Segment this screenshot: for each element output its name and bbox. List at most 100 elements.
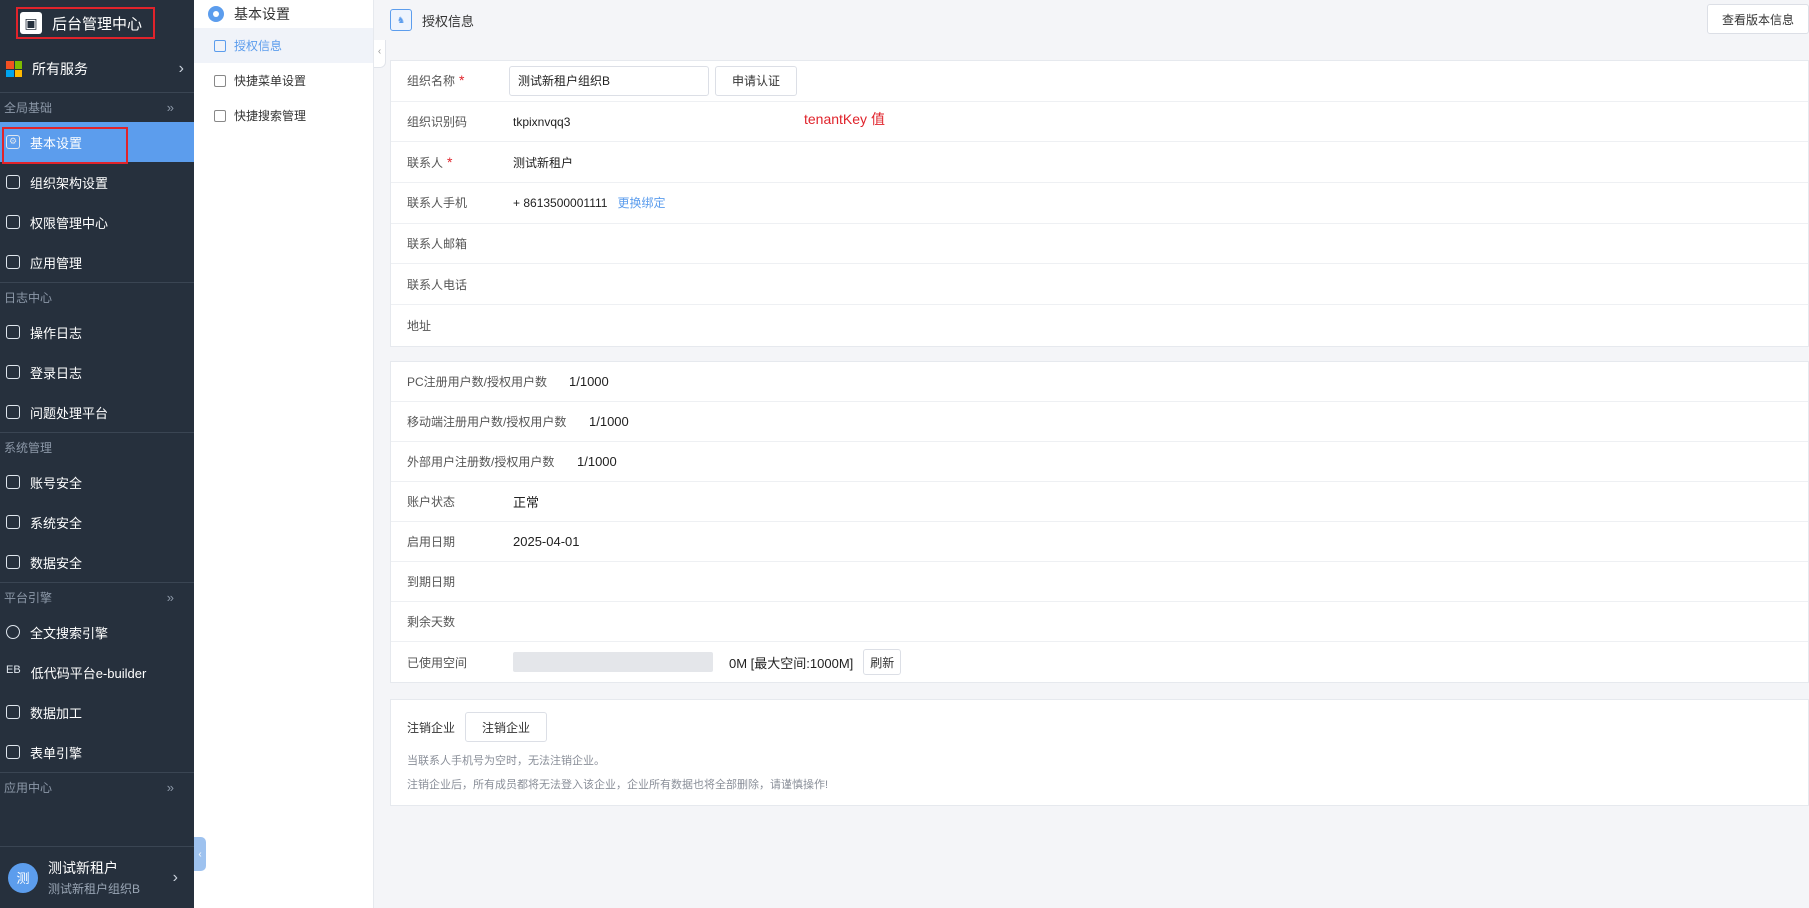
used-space-progress-bar <box>513 652 713 672</box>
tel-label: 联系人电话 <box>407 277 468 292</box>
sidebar-item-system-security[interactable]: 系统安全 <box>0 502 194 542</box>
sidebar-item-ebuilder[interactable]: EB 低代码平台e-builder <box>0 652 194 692</box>
users-icon <box>214 39 226 52</box>
sidebar-item-label: 低代码平台e-builder <box>30 665 147 681</box>
permission-icon <box>6 215 20 229</box>
row-start-date: 启用日期 2025-04-01 <box>391 522 1808 562</box>
sidebar-item-issue-platform[interactable]: 问题处理平台 <box>0 392 194 432</box>
form-row-phone: 联系人手机 + 8613500001111 更换绑定 <box>391 183 1808 224</box>
sidebar-item-label: 数据安全 <box>30 555 83 571</box>
all-services-button[interactable]: 所有服务 › <box>0 46 194 92</box>
gear-icon <box>208 6 224 22</box>
apps-icon <box>6 255 20 269</box>
sidebar-item-permissions[interactable]: 权限管理中心 <box>0 202 194 242</box>
remaining-days-label: 剩余天数 <box>407 615 456 629</box>
org-tree-icon <box>6 175 20 189</box>
pc-users-value: 1/1000 <box>569 374 609 389</box>
cancel-enterprise-button[interactable]: 注销企业 <box>465 712 548 742</box>
section-header-global[interactable]: 全局基础 » <box>0 92 194 122</box>
used-space-value: 0M [最大空间:1000M] <box>729 655 854 671</box>
monitor-icon <box>6 515 20 529</box>
quick-menu-icon <box>214 74 226 87</box>
org-code-value: tkpixnvqq3 <box>513 114 571 129</box>
account-status-label: 账户状态 <box>407 495 456 509</box>
start-date-label: 启用日期 <box>407 535 456 549</box>
page-title: 授权信息 <box>422 13 475 29</box>
start-date-value: 2025-04-01 <box>513 534 580 549</box>
section-title: 平台引擎 <box>4 591 53 605</box>
section-header-engine[interactable]: 平台引擎 » <box>0 582 194 612</box>
sidebar-item-label: 登录日志 <box>30 365 83 381</box>
phone-value: + 8613500001111 <box>513 195 608 210</box>
sidebar-item-label: 操作日志 <box>30 325 83 341</box>
view-version-button[interactable]: 查看版本信息 <box>1706 4 1809 34</box>
sidebar-item-account-security[interactable]: 账号安全 <box>0 462 194 502</box>
org-code-label: 组织识别码 <box>407 115 468 130</box>
submenu-item-label: 快捷菜单设置 <box>234 74 307 88</box>
row-remaining-days: 剩余天数 <box>391 602 1808 642</box>
submenu-item-license-info[interactable]: 授权信息 <box>194 28 373 63</box>
section-title: 全局基础 <box>4 101 53 115</box>
planet-icon <box>6 405 20 419</box>
sidebar-item-label: 系统安全 <box>30 515 83 531</box>
row-expire-date: 到期日期 <box>391 562 1808 602</box>
form-row-org-code: 组织识别码 tkpixnvqq3 <box>391 102 1808 143</box>
change-binding-link[interactable]: 更换绑定 <box>617 194 665 211</box>
sidebar-item-operation-log[interactable]: 操作日志 <box>0 312 194 352</box>
sidebar-item-label: 权限管理中心 <box>30 215 109 231</box>
user-profile[interactable]: 测 测试新租户 测试新租户组织B › <box>0 846 194 908</box>
sidebar-item-data-security[interactable]: 数据安全 <box>0 542 194 582</box>
submenu-item-quick-menu[interactable]: 快捷菜单设置 <box>194 63 373 98</box>
eb-icon: EB <box>6 664 21 676</box>
section-title: 系统管理 <box>4 441 53 455</box>
chevron-right-icon: › <box>178 60 184 77</box>
used-space-label: 已使用空间 <box>407 655 468 670</box>
apply-certification-button[interactable]: 申请认证 <box>715 65 798 96</box>
search-icon <box>6 625 20 639</box>
chevron-right-icon: › <box>172 868 178 886</box>
sidebar-item-fulltext-search[interactable]: 全文搜索引擎 <box>0 612 194 652</box>
email-label: 联系人邮箱 <box>407 237 468 252</box>
user-org: 测试新租户组织B <box>48 882 141 896</box>
form-row-email: 联系人邮箱 <box>391 224 1808 265</box>
sidebar-item-label: 数据加工 <box>30 705 83 721</box>
table-icon <box>6 705 20 719</box>
sidebar-item-label: 应用管理 <box>30 255 83 271</box>
section-title: 日志中心 <box>4 291 53 305</box>
section-header-app-center[interactable]: 应用中心 » <box>0 772 194 802</box>
required-asterisk: * <box>447 153 453 170</box>
form-icon <box>6 745 20 759</box>
submenu-item-label: 快捷搜索管理 <box>234 109 307 123</box>
submenu-item-quick-search[interactable]: 快捷搜索管理 <box>194 98 373 133</box>
cancel-enterprise-card: 注销企业 注销企业 当联系人手机号为空时，无法注销企业。 注销企业后，所有成员都… <box>390 699 1809 806</box>
double-chevron-icon: » <box>166 590 174 605</box>
sidebar-item-org-structure[interactable]: 组织架构设置 <box>0 162 194 202</box>
section-header-logs: 日志中心 <box>0 282 194 312</box>
org-info-card: 组织名称 * 测试新租户组织B 申请认证 组织识别码 tkpixnvqq3 联系人… <box>390 60 1809 347</box>
external-users-value: 1/1000 <box>577 454 617 469</box>
contact-value: 测试新租户 <box>513 155 574 170</box>
shield-check-icon <box>6 555 20 569</box>
form-row-address: 地址 <box>391 305 1808 346</box>
refresh-button[interactable]: 刷新 <box>863 649 902 675</box>
shield-icon <box>6 475 20 489</box>
expand-sidebar-button[interactable]: ‹ <box>194 837 206 871</box>
row-used-space: 已使用空间 0M [最大空间:1000M] 刷新 <box>391 642 1808 682</box>
address-label: 地址 <box>407 318 432 333</box>
phone-label: 联系人手机 <box>407 196 468 211</box>
submenu-item-label: 授权信息 <box>234 39 283 53</box>
sidebar-item-login-log[interactable]: 登录日志 <box>0 352 194 392</box>
quick-search-icon <box>214 109 226 122</box>
expire-date-label: 到期日期 <box>407 575 456 589</box>
highlight-box-basic-settings <box>2 127 128 164</box>
license-card: PC注册用户数/授权用户数 1/1000 移动端注册用户数/授权用户数 1/10… <box>390 361 1809 683</box>
document-icon <box>6 325 20 339</box>
contact-label: 联系人 * <box>407 153 453 170</box>
org-name-input[interactable]: 测试新租户组织B <box>509 65 709 96</box>
sidebar-item-data-processing[interactable]: 数据加工 <box>0 692 194 732</box>
sidebar-item-form-engine[interactable]: 表单引擎 <box>0 732 194 772</box>
colorful-grid-icon <box>6 61 22 77</box>
form-row-contact: 联系人 * 测试新租户 <box>391 142 1808 184</box>
sidebar-item-app-management[interactable]: 应用管理 <box>0 242 194 282</box>
cancel-note-1: 当联系人手机号为空时，无法注销企业。 <box>407 755 605 767</box>
